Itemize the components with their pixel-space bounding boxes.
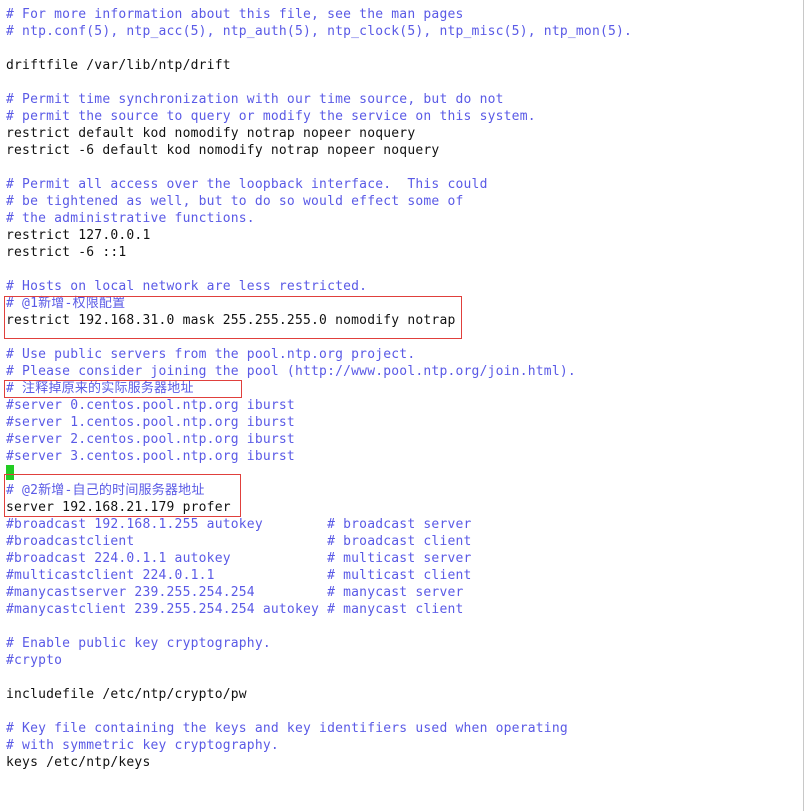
editor-lines: # For more information about this file, … (6, 6, 632, 811)
comment-line[interactable]: #multicastclient 224.0.1.1 # multicast c… (6, 567, 632, 584)
text-editor[interactable]: # For more information about this file, … (0, 0, 807, 811)
comment-line[interactable]: #manycastclient 239.255.254.254 autokey … (6, 601, 632, 618)
blank-line[interactable] (6, 771, 632, 788)
blank-line[interactable] (6, 703, 632, 720)
comment-line[interactable]: #server 0.centos.pool.ntp.org iburst (6, 397, 632, 414)
config-line[interactable]: server 192.168.21.179 profer (6, 499, 632, 516)
blank-line[interactable] (6, 159, 632, 176)
comment-line[interactable]: # ntp.conf(5), ntp_acc(5), ntp_auth(5), … (6, 23, 632, 40)
comment-line[interactable]: # @1新增-权限配置 (6, 295, 632, 312)
blank-line[interactable] (6, 465, 632, 482)
blank-line[interactable] (6, 669, 632, 686)
comment-line[interactable]: # the administrative functions. (6, 210, 632, 227)
comment-line[interactable]: # @2新增-自己的时间服务器地址 (6, 482, 632, 499)
comment-line[interactable]: #manycastserver 239.255.254.254 # manyca… (6, 584, 632, 601)
config-line[interactable]: driftfile /var/lib/ntp/drift (6, 57, 632, 74)
comment-line[interactable]: #server 1.centos.pool.ntp.org iburst (6, 414, 632, 431)
comment-line[interactable]: # Permit all access over the loopback in… (6, 176, 632, 193)
window-edge (803, 0, 804, 811)
config-line[interactable]: restrict 192.168.31.0 mask 255.255.255.0… (6, 312, 632, 329)
comment-line[interactable]: # Hosts on local network are less restri… (6, 278, 632, 295)
comment-line[interactable]: #server 2.centos.pool.ntp.org iburst (6, 431, 632, 448)
comment-line[interactable]: # Key file containing the keys and key i… (6, 720, 632, 737)
comment-line[interactable]: # For more information about this file, … (6, 6, 632, 23)
blank-line[interactable] (6, 261, 632, 278)
config-line[interactable]: includefile /etc/ntp/crypto/pw (6, 686, 632, 703)
comment-line[interactable]: # 注释掉原来的实际服务器地址 (6, 380, 632, 397)
comment-line[interactable]: # be tightened as well, but to do so wou… (6, 193, 632, 210)
blank-line[interactable] (6, 329, 632, 346)
comment-line[interactable]: #broadcast 224.0.1.1 autokey # multicast… (6, 550, 632, 567)
config-line[interactable]: restrict -6 ::1 (6, 244, 632, 261)
comment-line[interactable]: #broadcast 192.168.1.255 autokey # broad… (6, 516, 632, 533)
blank-line[interactable] (6, 805, 632, 811)
comment-line[interactable]: #crypto (6, 652, 632, 669)
config-line[interactable]: keys /etc/ntp/keys (6, 754, 632, 771)
comment-line[interactable]: #server 3.centos.pool.ntp.org iburst (6, 448, 632, 465)
text-cursor (6, 465, 14, 480)
blank-line[interactable] (6, 788, 632, 805)
blank-line[interactable] (6, 74, 632, 91)
comment-line[interactable]: #broadcastclient # broadcast client (6, 533, 632, 550)
comment-line[interactable]: # Use public servers from the pool.ntp.o… (6, 346, 632, 363)
config-line[interactable]: restrict 127.0.0.1 (6, 227, 632, 244)
blank-line[interactable] (6, 40, 632, 57)
comment-line[interactable]: # with symmetric key cryptography. (6, 737, 632, 754)
blank-line[interactable] (6, 618, 632, 635)
config-line[interactable]: restrict -6 default kod nomodify notrap … (6, 142, 632, 159)
comment-line[interactable]: # Enable public key cryptography. (6, 635, 632, 652)
comment-line[interactable]: # Permit time synchronization with our t… (6, 91, 632, 108)
config-line[interactable]: restrict default kod nomodify notrap nop… (6, 125, 632, 142)
comment-line[interactable]: # Please consider joining the pool (http… (6, 363, 632, 380)
comment-line[interactable]: # permit the source to query or modify t… (6, 108, 632, 125)
